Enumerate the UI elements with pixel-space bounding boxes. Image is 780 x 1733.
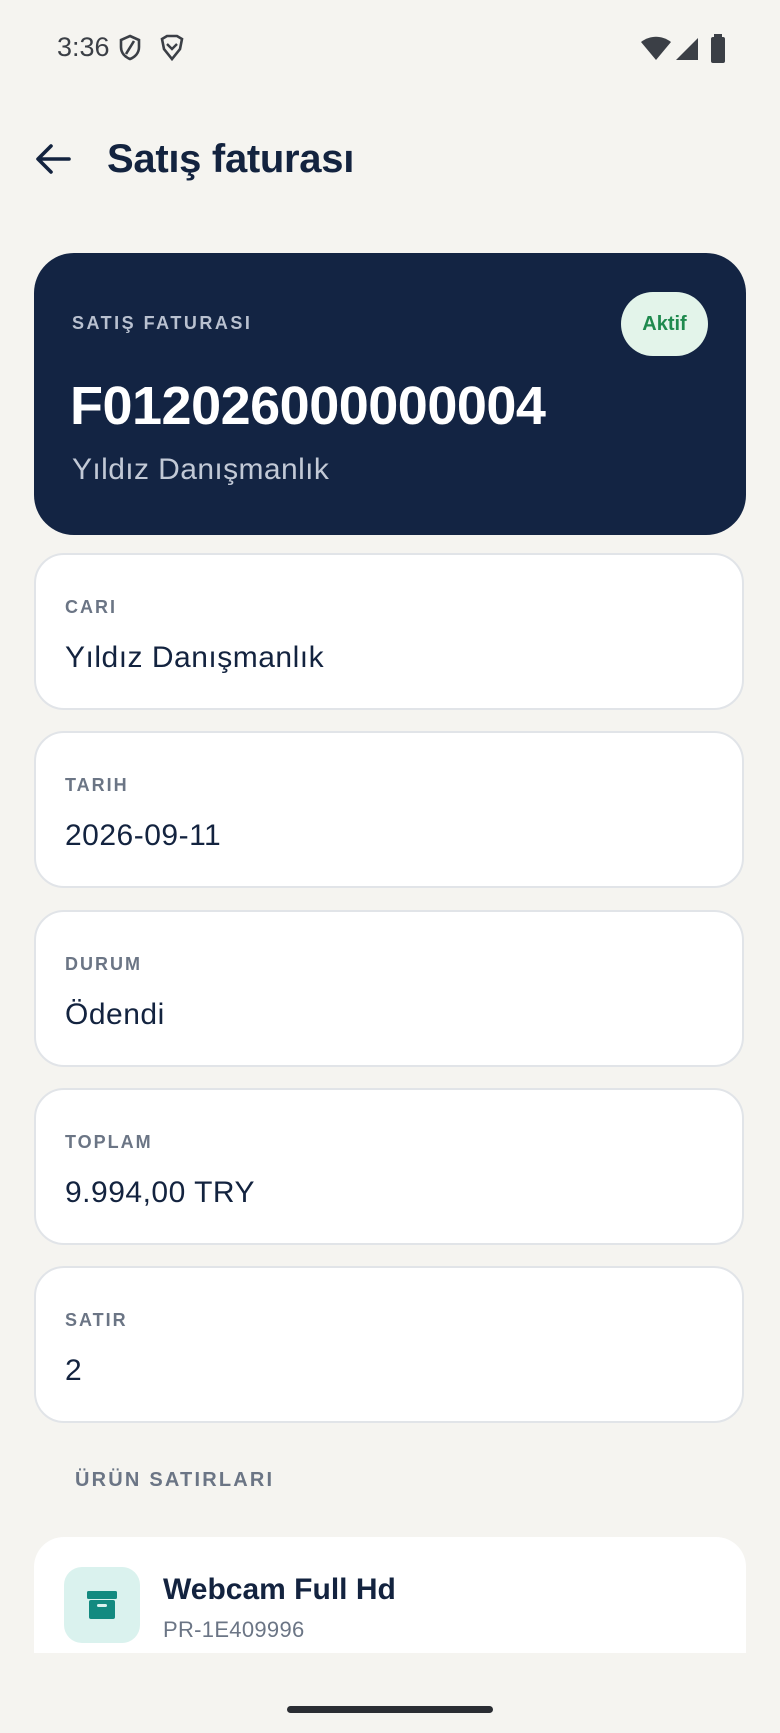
field-card-tarih: TARIH 2026-09-11: [34, 731, 744, 888]
product-name: Webcam Full Hd: [163, 1573, 396, 1606]
bottom-bar: [0, 1653, 780, 1733]
invoice-number: F012026000000004: [70, 376, 546, 436]
invoice-type-label: SATIŞ FATURASI: [72, 313, 253, 333]
home-indicator[interactable]: [287, 1706, 493, 1713]
product-line-item[interactable]: Webcam Full Hd PR-1E409996: [34, 1537, 746, 1657]
field-label: SATIR: [65, 1310, 128, 1330]
field-label: TARIH: [65, 775, 129, 795]
section-title-product-lines: ÜRÜN SATIRLARI: [75, 1469, 275, 1491]
wifi-icon: [640, 36, 672, 67]
field-card-toplam: TOPLAM 9.994,00 TRY: [34, 1088, 744, 1245]
product-code: PR-1E409996: [163, 1617, 305, 1642]
field-value: Yıldız Danışmanlık: [65, 641, 325, 674]
status-time: 3:36: [57, 32, 110, 62]
field-value: Ödendi: [65, 998, 165, 1031]
page-title: Satış faturası: [107, 137, 355, 181]
app-bar: Satış faturası: [0, 120, 780, 200]
back-button[interactable]: [28, 136, 78, 186]
invoice-summary-card: SATIŞ FATURASI Aktif F012026000000004 Yı…: [34, 253, 746, 535]
field-value: 2026-09-11: [65, 819, 222, 852]
invoice-customer: Yıldız Danışmanlık: [72, 453, 330, 486]
field-card-cari: CARI Yıldız Danışmanlık: [34, 553, 744, 710]
field-value: 2: [65, 1354, 83, 1387]
arrow-left-icon: [35, 143, 71, 180]
shield-icon: [118, 34, 142, 67]
status-bar: 3:36: [0, 0, 780, 100]
field-label: CARI: [65, 597, 117, 617]
status-badge: Aktif: [621, 292, 708, 356]
field-value: 9.994,00 TRY: [65, 1176, 256, 1209]
archive-box-icon: [64, 1567, 140, 1643]
field-label: TOPLAM: [65, 1132, 153, 1152]
field-label: DURUM: [65, 954, 142, 974]
field-card-satir: SATIR 2: [34, 1266, 744, 1423]
brave-icon: [158, 34, 186, 67]
signal-icon: [674, 36, 700, 67]
battery-icon: [710, 34, 726, 69]
field-card-durum: DURUM Ödendi: [34, 910, 744, 1067]
